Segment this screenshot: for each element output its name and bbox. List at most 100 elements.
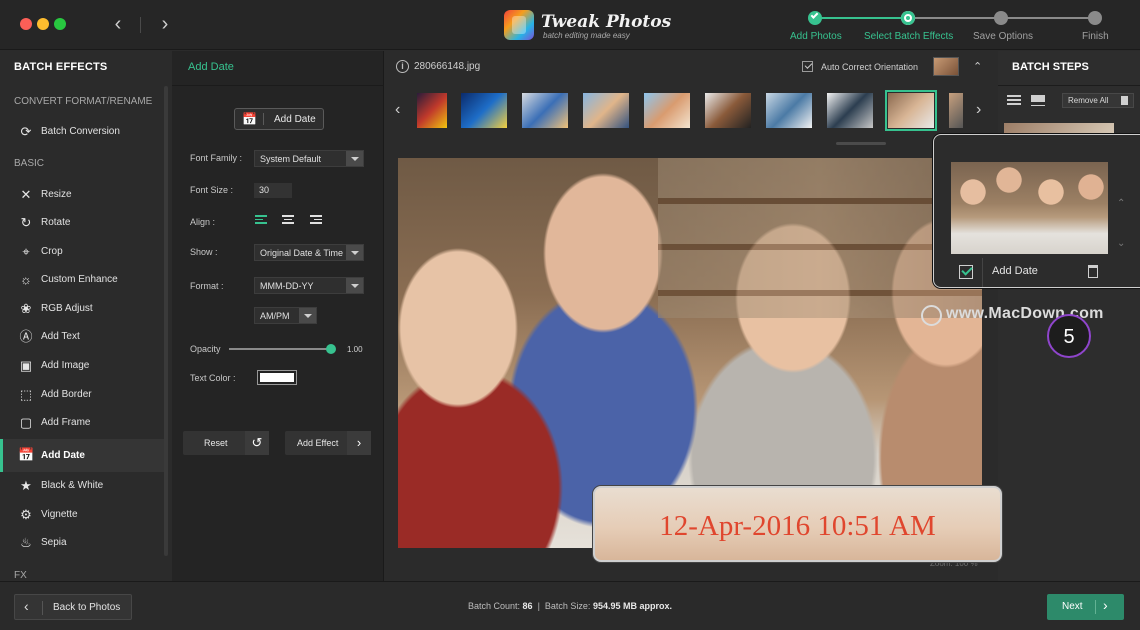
step-save-options-label[interactable]: Save Options bbox=[973, 31, 1033, 42]
step-finish-dot[interactable] bbox=[1088, 11, 1102, 25]
sidebar-item-custom-enhance[interactable]: ☼ Custom Enhance bbox=[0, 266, 164, 294]
thumbnail[interactable] bbox=[644, 93, 690, 128]
rotate-icon: ↻ bbox=[20, 215, 32, 230]
list-view-icon[interactable] bbox=[1007, 95, 1021, 107]
thumbnail[interactable] bbox=[827, 93, 873, 128]
batch-info: Batch Count: 86 | Batch Size: 954.95 MB … bbox=[468, 601, 672, 611]
chevron-down-icon[interactable]: ⌄ bbox=[1117, 238, 1125, 249]
rgb-icon: ❀ bbox=[20, 301, 32, 316]
sidebar-item-resize[interactable]: ✕ Resize bbox=[0, 181, 164, 209]
enhance-icon: ☼ bbox=[20, 272, 32, 287]
app-logo-icon bbox=[504, 10, 534, 40]
settings-divider bbox=[172, 85, 384, 86]
next-button[interactable]: Next › bbox=[1047, 594, 1124, 620]
thumbnail[interactable] bbox=[417, 93, 447, 128]
frame-icon: ▢ bbox=[19, 415, 33, 430]
chevron-right-icon: › bbox=[1103, 597, 1108, 613]
align-center-icon[interactable] bbox=[282, 215, 294, 226]
nav-divider bbox=[140, 17, 141, 33]
opacity-slider-track[interactable] bbox=[229, 348, 331, 350]
sidebar-item-add-frame[interactable]: ▢ Add Frame bbox=[0, 409, 164, 437]
reset-button[interactable]: Reset ↺ bbox=[183, 431, 269, 455]
step-save-options-dot[interactable] bbox=[994, 11, 1008, 25]
show-select[interactable]: Original Date & Time bbox=[254, 244, 364, 261]
sidebar-item-add-text[interactable]: Ⓐ Add Text bbox=[0, 323, 164, 351]
step-add-photos-label[interactable]: Add Photos bbox=[790, 31, 842, 42]
font-family-label: Font Family : bbox=[190, 153, 243, 163]
text-color-swatch[interactable] bbox=[257, 370, 297, 385]
batch-step-preview bbox=[951, 162, 1108, 254]
sidebar-item-rgb-adjust[interactable]: ❀ RGB Adjust bbox=[0, 295, 164, 323]
chevron-left-icon[interactable]: ‹ bbox=[106, 12, 130, 36]
reset-icon: ↺ bbox=[245, 431, 269, 455]
step-add-photos-dot[interactable] bbox=[808, 11, 822, 25]
close-window-button[interactable] bbox=[20, 18, 32, 30]
thumbnail[interactable] bbox=[949, 93, 963, 128]
ampm-select[interactable]: AM/PM bbox=[254, 307, 317, 324]
step-select-effects-label[interactable]: Select Batch Effects bbox=[864, 31, 953, 42]
step-finish-label[interactable]: Finish bbox=[1082, 31, 1109, 42]
sidebar-scrollbar[interactable] bbox=[164, 86, 168, 556]
info-icon[interactable]: i bbox=[396, 60, 409, 73]
sidebar-item-batch-conversion[interactable]: ⟳ Batch Conversion bbox=[0, 118, 164, 146]
thumbnail[interactable] bbox=[522, 93, 568, 128]
file-name: 280666148.jpg bbox=[414, 61, 481, 72]
batch-steps-title: BATCH STEPS bbox=[1012, 61, 1089, 73]
format-select[interactable]: MMM-DD-YY bbox=[254, 277, 364, 294]
thumbnail[interactable] bbox=[705, 93, 751, 128]
orientation-thumbnail bbox=[933, 57, 959, 76]
trash-icon bbox=[1121, 96, 1128, 105]
section-convert: CONVERT FORMAT/RENAME bbox=[14, 96, 153, 107]
effects-sidebar: BATCH EFFECTS CONVERT FORMAT/RENAME ⟳ Ba… bbox=[0, 51, 172, 581]
app-title: Tweak Photos bbox=[541, 12, 672, 32]
footer-bar: ‹ Back to Photos Batch Count: 86 | Batch… bbox=[0, 581, 1140, 630]
sidebar-item-crop[interactable]: ⌖ Crop bbox=[0, 238, 164, 266]
batch-steps-divider bbox=[998, 85, 1140, 86]
font-size-input[interactable]: 30 bbox=[254, 183, 292, 198]
batch-step-label: Add Date bbox=[992, 265, 1038, 277]
chevron-up-icon[interactable]: ⌃ bbox=[973, 60, 982, 73]
thumbnail[interactable] bbox=[461, 93, 507, 128]
batch-step-card[interactable]: ⌃ ⌄ Add Date bbox=[933, 134, 1140, 288]
grid-view-icon[interactable] bbox=[1031, 95, 1045, 107]
sidebar-item-add-date[interactable]: 📅 Add Date bbox=[0, 439, 164, 472]
app-subtitle: batch editing made easy bbox=[543, 31, 630, 40]
step-enabled-checkbox[interactable] bbox=[959, 265, 973, 279]
step-number-badge: 5 bbox=[1047, 314, 1091, 358]
sidebar-item-vignette[interactable]: ⚙ Vignette bbox=[0, 501, 164, 529]
chevron-down-icon bbox=[346, 278, 363, 293]
sidebar-item-black-white[interactable]: ★ Black & White bbox=[0, 472, 164, 500]
chevron-up-icon[interactable]: ⌃ bbox=[1117, 198, 1125, 209]
chevron-right-icon[interactable]: › bbox=[153, 12, 177, 36]
align-left-icon[interactable] bbox=[255, 215, 267, 226]
auto-correct-checkbox[interactable] bbox=[802, 61, 813, 72]
auto-correct-label[interactable]: Auto Correct Orientation bbox=[821, 62, 918, 72]
sidebar-item-add-image[interactable]: ▣ Add Image bbox=[0, 352, 164, 380]
remove-all-button[interactable]: Remove All bbox=[1062, 93, 1134, 108]
thumbnail[interactable] bbox=[583, 93, 629, 128]
add-effect-button[interactable]: Add Effect › bbox=[285, 431, 371, 455]
thumbnail-selected[interactable] bbox=[885, 90, 937, 131]
strip-scroll-handle[interactable] bbox=[836, 142, 886, 145]
minimize-window-button[interactable] bbox=[37, 18, 49, 30]
chevron-left-icon[interactable]: ‹ bbox=[395, 101, 400, 119]
opacity-slider-handle[interactable] bbox=[326, 344, 336, 354]
sidebar-item-add-border[interactable]: ⬚ Add Border bbox=[0, 381, 164, 409]
sidebar-item-rotate[interactable]: ↻ Rotate bbox=[0, 209, 164, 237]
step-select-effects-dot[interactable] bbox=[901, 11, 915, 25]
thumbnail[interactable] bbox=[766, 93, 812, 128]
trash-icon[interactable] bbox=[1088, 265, 1098, 278]
add-date-button[interactable]: 📅 Add Date bbox=[234, 108, 324, 130]
show-label: Show : bbox=[190, 247, 218, 257]
chevron-right-icon[interactable]: › bbox=[976, 101, 981, 119]
sidebar-item-sepia[interactable]: ♨ Sepia bbox=[0, 529, 164, 557]
format-label: Format : bbox=[190, 281, 224, 291]
section-fx: FX bbox=[14, 570, 27, 581]
settings-title: Add Date bbox=[188, 61, 234, 73]
align-right-icon[interactable] bbox=[310, 215, 322, 226]
calendar-icon: 📅 bbox=[18, 447, 35, 462]
chevron-down-icon bbox=[299, 308, 316, 323]
title-bar: ‹ › Tweak Photos batch editing made easy… bbox=[0, 0, 1140, 50]
font-family-select[interactable]: System Default bbox=[254, 150, 364, 167]
zoom-window-button[interactable] bbox=[54, 18, 66, 30]
